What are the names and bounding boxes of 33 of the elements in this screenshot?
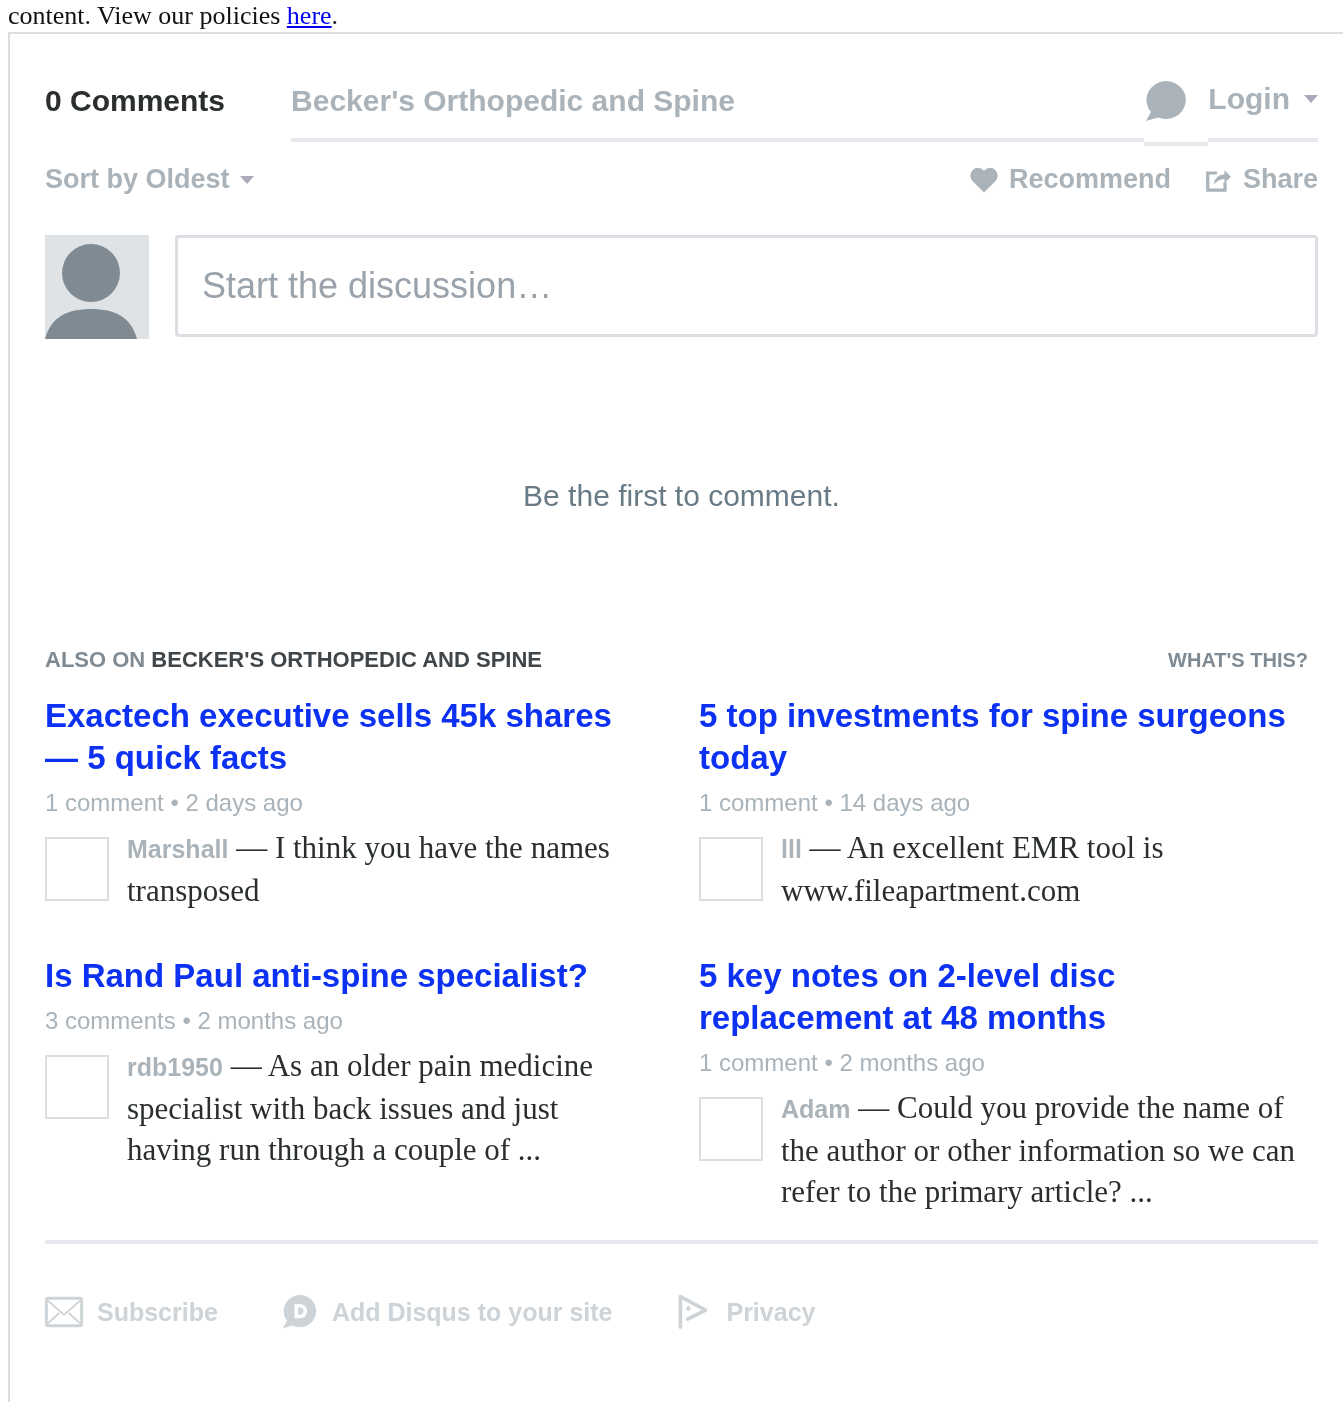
article-meta: 3 comments • 2 months ago (45, 1007, 344, 1035)
section-heading: ALSO ON BECKER'S ORTHOPEDIC AND SPINE (45, 647, 543, 673)
article-link[interactable]: 5 top investments for spine surgeons today (699, 695, 1310, 779)
heart-icon (968, 165, 999, 194)
comment-input-field[interactable]: Start the discussion… (175, 235, 1318, 337)
login-button[interactable]: Login (1208, 60, 1318, 142)
sort-dropdown[interactable]: Sort by Oldest (45, 164, 254, 195)
comment-excerpt: Adam — Could you provide the name of the author or other information so we can refer to the primary article? ... (781, 1089, 1296, 1211)
whats-this-link[interactable]: WHAT'S THIS? (1168, 648, 1308, 672)
article-link[interactable]: 5 key notes on 2-level disc replacement at 48 months (699, 955, 1310, 1039)
caret-icon (239, 175, 254, 184)
user-avatar (45, 837, 109, 901)
avatar-icon (45, 235, 149, 339)
comment-excerpt: lll — An excellent EMR tool is www.fileapartment.com (781, 829, 1165, 910)
recommend-button[interactable]: Recommend (968, 164, 1171, 195)
article-link[interactable]: Is Rand Paul anti-spine specialist? (45, 955, 633, 997)
article-meta: 1 comment • 2 months ago (699, 1049, 986, 1077)
policy-link[interactable]: here (286, 1, 332, 30)
comment-excerpt: rdb1950 — As an older pain medicine specialist with back issues and just having run through a couple of ... (127, 1047, 595, 1169)
comment-excerpt: Marshall — I think you have the names transposed (127, 829, 611, 910)
policy-notice: content. View our policies here. (7, 0, 339, 32)
share-button[interactable]: Share (1202, 164, 1318, 195)
article-meta: 1 comment • 2 days ago (45, 789, 304, 817)
tab[interactable]: 0 Comments (45, 60, 292, 142)
article-meta: 1 comment • 14 days ago (699, 789, 972, 817)
user-avatar (699, 837, 763, 901)
caret-icon (1304, 95, 1318, 103)
article-link[interactable]: Exactech executive sells 45k shares — 5 quick facts (45, 695, 633, 779)
tab[interactable]: Becker's Orthopedic and Spine (291, 60, 801, 142)
user-avatar (699, 1097, 763, 1161)
envelope-icon (45, 1294, 83, 1330)
user-avatar (45, 1055, 109, 1119)
empty-message: Be the first to comment. (522, 479, 841, 513)
